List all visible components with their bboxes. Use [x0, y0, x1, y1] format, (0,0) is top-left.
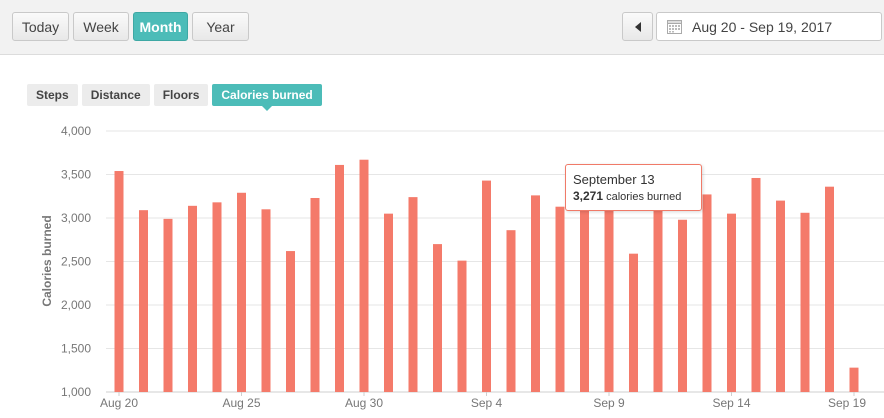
x-tick-label: Sep 14	[712, 396, 750, 410]
y-axis-ticks: 1,000 1,500 2,000 2,500 3,000 3,500 4,000	[61, 124, 91, 399]
bar[interactable]	[800, 212, 810, 392]
bar[interactable]	[531, 195, 540, 392]
tooltip-date: September 13	[573, 172, 655, 187]
bar[interactable]	[629, 253, 638, 392]
top-toolbar: Today Week Month Year Aug 20 - Sep 19, 2…	[0, 0, 884, 55]
bar[interactable]	[261, 209, 271, 392]
bar[interactable]	[482, 180, 491, 392]
tooltip-value: 3,271	[573, 189, 604, 203]
previous-period-button[interactable]	[622, 12, 653, 41]
bar[interactable]	[604, 189, 614, 392]
bar[interactable]	[580, 207, 589, 392]
x-tick-label: Aug 30	[345, 396, 383, 410]
bar[interactable]	[384, 213, 393, 392]
bar[interactable]	[310, 197, 320, 392]
y-axis-title: Calories burned	[40, 215, 54, 307]
y-tick-label: 4,000	[61, 124, 91, 138]
bar[interactable]	[237, 192, 246, 392]
bar[interactable]	[751, 177, 761, 392]
bar[interactable]	[212, 202, 222, 392]
calendar-icon	[667, 20, 682, 34]
bar[interactable]	[849, 367, 859, 392]
tab-distance[interactable]: Distance	[81, 84, 150, 106]
bars	[114, 159, 859, 392]
x-tick-label: Sep 4	[471, 396, 503, 410]
bar[interactable]	[702, 194, 712, 392]
y-tick-label: 1,000	[61, 385, 91, 399]
y-tick-label: 2,500	[61, 255, 91, 269]
x-tick-label: Sep 19	[828, 396, 866, 410]
bar[interactable]	[139, 210, 148, 392]
bar[interactable]	[555, 206, 565, 392]
date-range-text: Aug 20 - Sep 19, 2017	[692, 18, 833, 35]
x-tick-label: Aug 20	[100, 396, 138, 410]
tooltip-unit: calories burned	[606, 191, 682, 203]
metric-tabs: Steps Distance Floors Calories burned	[27, 84, 322, 111]
bar[interactable]	[727, 213, 736, 392]
tooltip-line: 3,271 calories burned	[573, 188, 694, 205]
tab-floors[interactable]: Floors	[153, 84, 209, 106]
y-tick-label: 1,500	[61, 342, 91, 356]
bar[interactable]	[286, 251, 295, 392]
tab-steps[interactable]: Steps	[27, 84, 78, 106]
bar[interactable]	[433, 244, 442, 392]
bar[interactable]	[163, 218, 173, 392]
y-tick-label: 3,000	[61, 211, 91, 225]
x-axis-ticks: Aug 20 Aug 25 Aug 30 Sep 4 Sep 9 Sep 14 Sep 19	[100, 392, 866, 410]
calories-bar-chart: 1,000 1,500 2,000 2,500 3,000 3,500 4,000 Aug …	[61, 124, 884, 410]
bar[interactable]	[825, 186, 834, 392]
date-range-picker[interactable]: Aug 20 - Sep 19, 2017	[656, 12, 882, 41]
y-tick-label: 2,000	[61, 298, 91, 312]
bar[interactable]	[408, 197, 418, 392]
bar[interactable]	[776, 200, 785, 392]
chart-tooltip: September 13 3,271 calories burned	[565, 164, 702, 211]
tab-calories-burned[interactable]: Calories burned	[212, 84, 322, 111]
x-tick-label: Aug 25	[222, 396, 260, 410]
period-selector: Today Week Month Year	[12, 12, 249, 41]
bar[interactable]	[114, 171, 124, 392]
grid-lines	[106, 130, 884, 393]
bar[interactable]	[359, 159, 369, 392]
year-button[interactable]: Year	[192, 12, 249, 41]
bar[interactable]	[457, 260, 467, 392]
today-button[interactable]: Today	[12, 12, 69, 41]
bar[interactable]	[678, 219, 687, 392]
bar[interactable]	[188, 205, 197, 392]
week-button[interactable]: Week	[73, 12, 129, 41]
x-tick-label: Sep 9	[593, 396, 625, 410]
month-button[interactable]: Month	[133, 12, 188, 41]
y-tick-label: 3,500	[61, 168, 91, 182]
chevron-left-icon	[634, 21, 641, 32]
bar[interactable]	[506, 230, 516, 392]
bar[interactable]	[335, 164, 344, 392]
